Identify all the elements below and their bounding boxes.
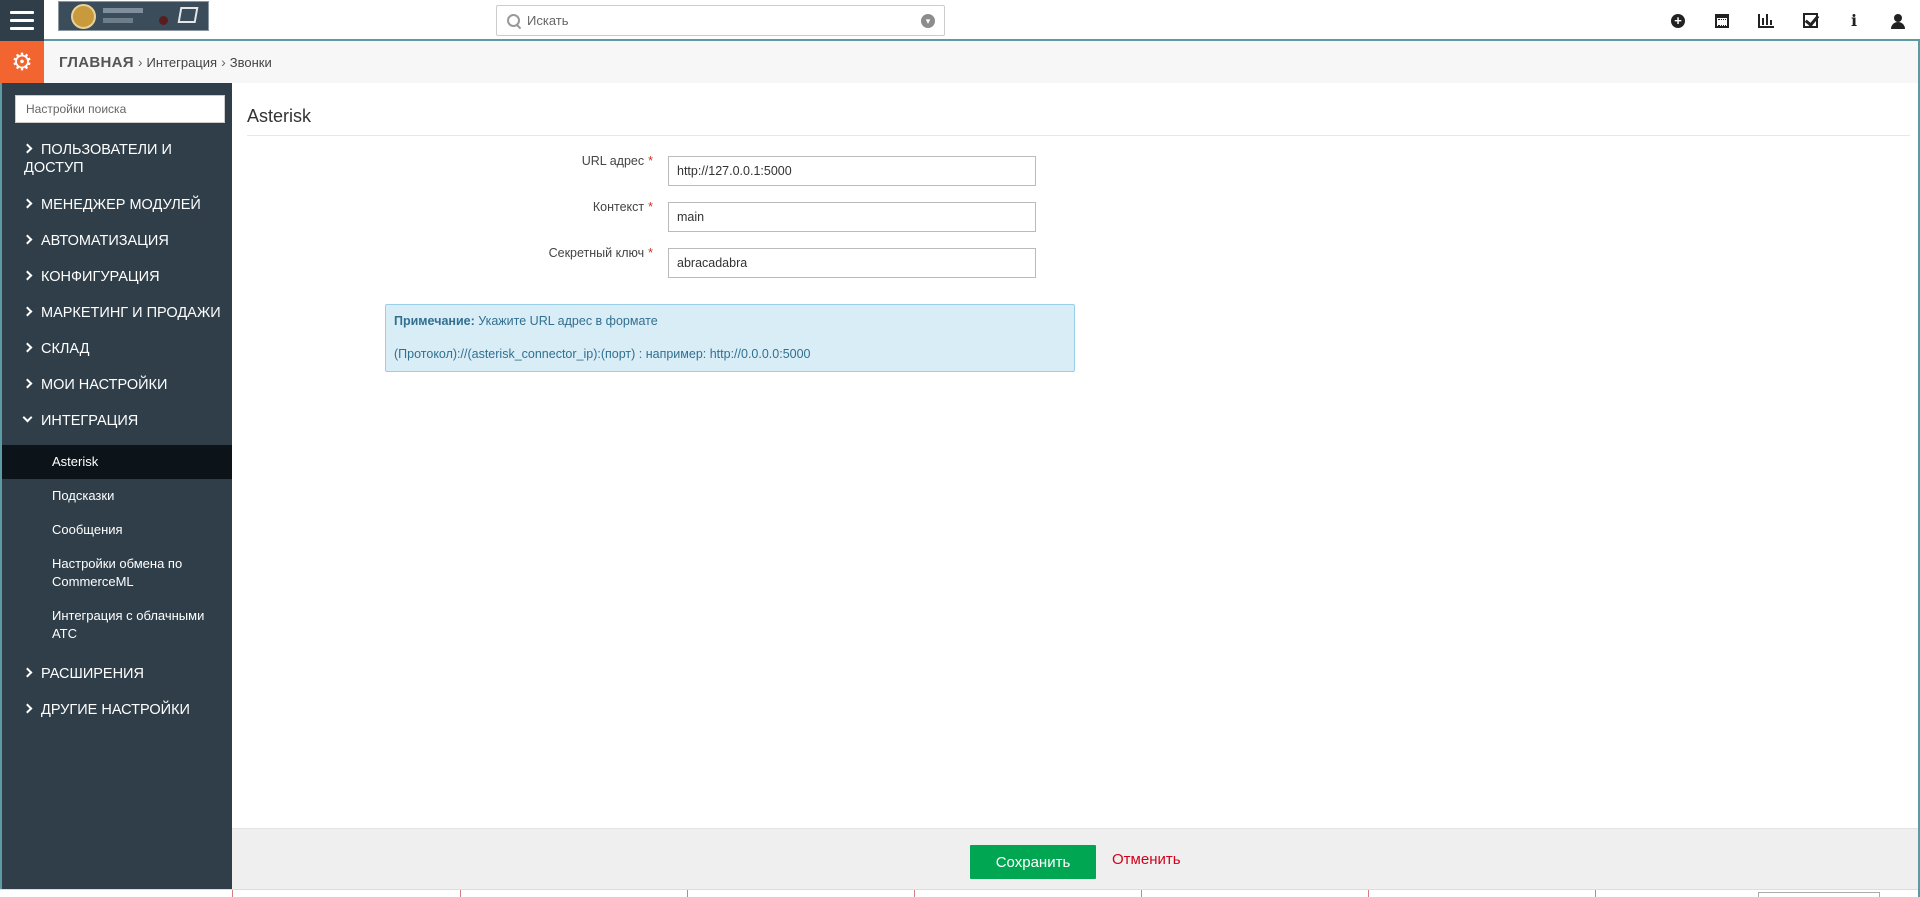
breadcrumb-bar: ⚙ ГЛАВНАЯ › Интеграция › Звонки	[0, 41, 1920, 83]
chevron-right-icon	[22, 234, 33, 245]
reports-button[interactable]	[1744, 0, 1788, 41]
chevron-right-icon	[22, 667, 33, 678]
top-actions: + i	[1656, 0, 1920, 41]
sidebar-item-other-settings[interactable]: ДРУГИЕ НАСТРОЙКИ	[2, 701, 232, 719]
bar-chart-icon	[1758, 13, 1774, 28]
chevron-right-icon	[22, 198, 33, 209]
sidebar-item-module-manager[interactable]: МЕНЕДЖЕР МОДУЛЕЙ	[2, 196, 232, 214]
required-mark: *	[648, 154, 653, 168]
cancel-link[interactable]: Отменить	[1112, 851, 1181, 868]
sidebar-item-marketing-sales[interactable]: МАРКЕТИНГ И ПРОДАЖИ	[2, 304, 232, 322]
bottom-strip	[0, 889, 1920, 897]
divider	[247, 135, 1910, 136]
user-menu-button[interactable]	[1876, 0, 1920, 41]
settings-sidebar: ПОЛЬЗОВАТЕЛИ И ДОСТУП МЕНЕДЖЕР МОДУЛЕЙ А…	[0, 83, 232, 889]
sidebar-subitem-messages[interactable]: Сообщения	[2, 521, 232, 539]
breadcrumb-item-integration[interactable]: Интеграция	[147, 55, 218, 70]
context-label: Контекст *	[592, 200, 653, 214]
required-mark: *	[648, 246, 653, 260]
secret-key-label: Секретный ключ *	[548, 246, 653, 260]
sidebar-item-my-settings[interactable]: МОИ НАСТРОЙКИ	[2, 376, 232, 394]
global-search: ▾	[496, 5, 945, 36]
required-mark: *	[648, 200, 653, 214]
user-icon	[1891, 13, 1905, 29]
form-action-bar: Сохранить Отменить	[232, 828, 1920, 889]
chevron-right-icon	[22, 306, 33, 317]
bottom-widget	[1758, 892, 1880, 897]
url-label: URL адрес *	[581, 154, 653, 168]
calendar-icon	[1715, 13, 1729, 28]
sidebar-subitem-commerceml[interactable]: Настройки обмена по CommerceML	[2, 555, 232, 591]
chevron-right-icon: ›	[221, 54, 226, 70]
calendar-button[interactable]	[1700, 0, 1744, 41]
top-navbar: ▾ + i	[0, 0, 1920, 41]
note-prefix: Примечание:	[394, 314, 475, 328]
sidebar-item-automation[interactable]: АВТОМАТИЗАЦИЯ	[2, 232, 232, 250]
sidebar-item-warehouse[interactable]: СКЛАД	[2, 340, 232, 358]
sidebar-subitem-asterisk[interactable]: Asterisk	[2, 445, 232, 479]
context-field[interactable]	[668, 202, 1036, 232]
chevron-right-icon: ›	[137, 54, 143, 70]
settings-search-input[interactable]	[15, 95, 225, 123]
sidebar-item-users-access[interactable]: ПОЛЬЗОВАТЕЛИ И ДОСТУП	[2, 141, 232, 177]
chevron-right-icon	[22, 703, 33, 714]
checkbox-icon	[1802, 13, 1818, 28]
global-search-input[interactable]	[527, 13, 917, 28]
page-title: Asterisk	[247, 106, 312, 126]
breadcrumb-home[interactable]: ГЛАВНАЯ	[59, 54, 134, 71]
sidebar-subitem-cloud-pbx[interactable]: Интеграция с облачными АТС	[2, 607, 232, 643]
secret-key-field[interactable]	[668, 248, 1036, 278]
tasks-button[interactable]	[1788, 0, 1832, 41]
note-line2: (Протокол)://(asterisk_connector_ip):(по…	[394, 347, 811, 361]
hamburger-menu-icon[interactable]	[0, 0, 44, 41]
settings-gear-icon[interactable]: ⚙	[0, 41, 44, 83]
chevron-right-icon	[22, 378, 33, 389]
url-field[interactable]	[668, 156, 1036, 186]
quick-create-button[interactable]: +	[1656, 0, 1700, 41]
chevron-right-icon	[22, 342, 33, 353]
company-logo[interactable]	[58, 1, 209, 31]
info-icon: i	[1850, 11, 1858, 30]
search-dropdown-icon[interactable]: ▾	[921, 14, 935, 28]
info-note: Примечание: Укажите URL адрес в формате …	[385, 304, 1075, 372]
chevron-down-icon	[22, 412, 33, 423]
save-button[interactable]: Сохранить	[970, 845, 1096, 879]
sidebar-item-extensions[interactable]: РАСШИРЕНИЯ	[2, 665, 232, 683]
chevron-right-icon	[22, 270, 33, 281]
plus-circle-icon: +	[1671, 13, 1685, 28]
sidebar-item-integration[interactable]: ИНТЕГРАЦИЯ	[2, 412, 232, 430]
note-line1: Примечание: Укажите URL адрес в формате	[394, 314, 658, 328]
chevron-right-icon	[22, 143, 33, 154]
info-button[interactable]: i	[1832, 0, 1876, 41]
sidebar-item-configuration[interactable]: КОНФИГУРАЦИЯ	[2, 268, 232, 286]
sidebar-subitem-hints[interactable]: Подсказки	[2, 487, 232, 505]
breadcrumb: ГЛАВНАЯ › Интеграция › Звонки	[59, 41, 272, 83]
breadcrumb-item-calls: Звонки	[229, 54, 272, 70]
search-icon	[507, 13, 521, 28]
